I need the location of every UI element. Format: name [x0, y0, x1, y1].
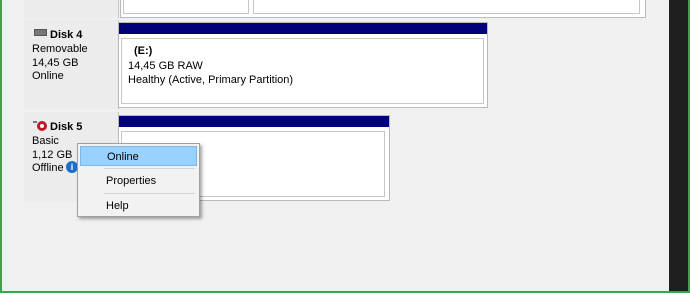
- disk-4-name: Disk 4: [50, 29, 83, 41]
- context-menu: Online Properties Help: [77, 143, 200, 217]
- menu-separator: [104, 168, 195, 169]
- disk-5-name: Disk 5: [50, 121, 83, 133]
- menu-separator: [104, 193, 195, 194]
- disk-4-type: Removable: [32, 43, 88, 55]
- menu-item-online[interactable]: Online: [80, 146, 197, 166]
- disk-5-type: Basic: [32, 135, 59, 147]
- partition-header-bar: [119, 116, 389, 127]
- partition-e[interactable]: (E:) 14,45 GB RAW Healthy (Active, Prima…: [121, 38, 484, 104]
- partition-status: Healthy (Active, Primary Partition): [128, 74, 294, 86]
- prev-disk-label: [24, 0, 119, 18]
- removable-drive-icon: [34, 29, 47, 36]
- disk-4-size: 14,45 GB: [32, 57, 79, 69]
- disk-5-status: Offline: [32, 162, 64, 174]
- prev-disk-partition-area: [120, 0, 646, 18]
- disk-4-label[interactable]: Disk 4 Removable 14,45 GB Online: [24, 20, 119, 109]
- vertical-scrollbar[interactable]: [669, 0, 688, 291]
- prev-partition-2[interactable]: [253, 0, 640, 14]
- disk-5-size: 1,12 GB: [32, 149, 73, 161]
- disk-4-status: Online: [32, 70, 64, 82]
- menu-item-help[interactable]: Help: [80, 196, 197, 216]
- partition-letter: (E:): [134, 45, 153, 57]
- window-frame: Disk 4 Removable 14,45 GB Online (E:) 14…: [0, 0, 690, 293]
- menu-item-properties[interactable]: Properties: [80, 171, 197, 191]
- offline-disk-icon: [33, 121, 47, 131]
- prev-partition-1[interactable]: [123, 0, 249, 14]
- partition-size: 14,45 GB RAW: [128, 60, 203, 72]
- partition-header-bar: [119, 23, 487, 34]
- disk-4-partition-area: (E:) 14,45 GB RAW Healthy (Active, Prima…: [118, 22, 488, 108]
